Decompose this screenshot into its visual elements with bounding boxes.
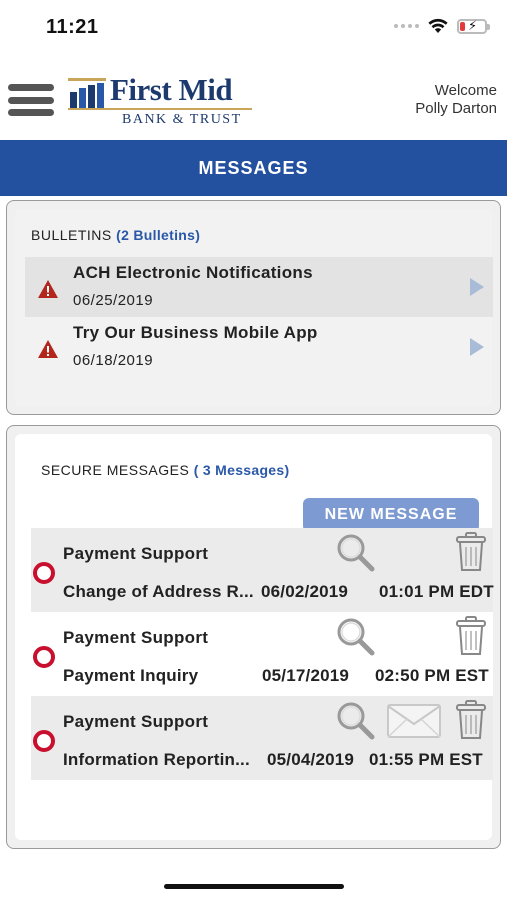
message-sender: Payment Support: [63, 628, 209, 647]
delete-message-trash-icon[interactable]: [455, 532, 487, 572]
bulletins-heading: BULLETINS (2 Bulletins): [31, 227, 200, 243]
bulletin-date: 06/18/2019: [73, 352, 154, 369]
bulletin-title: Try Our Business Mobile App: [73, 323, 318, 342]
message-time: 02:50 PM EST: [375, 666, 489, 685]
bulletins-panel: BULLETINS (2 Bulletins) ACH Electronic N…: [6, 200, 501, 415]
delete-message-trash-icon[interactable]: [455, 616, 487, 656]
home-indicator[interactable]: [164, 884, 344, 889]
bulletins-panel-inner: BULLETINS (2 Bulletins) ACH Electronic N…: [15, 209, 493, 406]
battery-icon: ⚡: [457, 17, 490, 34]
chevron-right-icon: [470, 338, 484, 356]
chevron-right-icon: [470, 278, 484, 296]
page-title: MESSAGES: [198, 157, 309, 178]
hamburger-line: [8, 96, 54, 104]
message-subject: Payment Inquiry: [63, 666, 199, 685]
cellular-signal-icon: [394, 24, 419, 28]
logo-divider: [68, 108, 252, 110]
new-message-button[interactable]: NEW MESSAGE: [303, 498, 479, 532]
status-bar: 11:21 ⚡: [0, 0, 507, 56]
user-name: Polly Darton: [415, 100, 497, 117]
bulletin-item[interactable]: ACH Electronic Notifications 06/25/2019: [25, 257, 493, 317]
wifi-icon: [428, 18, 448, 33]
status-time: 11:21: [46, 16, 99, 38]
bulletin-item[interactable]: Try Our Business Mobile App 06/18/2019: [25, 317, 493, 377]
app-header: First Mid BANK & TRUST Welcome Polly Dar…: [0, 56, 507, 140]
view-message-search-icon[interactable]: [335, 616, 375, 656]
message-row[interactable]: Payment Support Change of Address R... 0…: [31, 528, 494, 612]
unread-indicator-icon: [33, 562, 55, 584]
first-mid-logo: First Mid BANK & TRUST: [68, 72, 252, 128]
bulletin-title: ACH Electronic Notifications: [73, 263, 313, 282]
secure-messages-panel-inner: SECURE MESSAGES ( 3 Messages) NEW MESSAG…: [15, 434, 494, 840]
title-bar: MESSAGES: [0, 140, 507, 196]
bulletins-heading-label: BULLETINS: [31, 227, 112, 243]
logo-bars-icon: [68, 78, 106, 108]
welcome-label: Welcome: [434, 82, 497, 99]
bulletin-date: 06/25/2019: [73, 292, 154, 309]
logo-name: First Mid: [110, 72, 233, 107]
delete-message-trash-icon[interactable]: [455, 700, 487, 740]
menu-button[interactable]: [8, 84, 54, 116]
message-date: 05/17/2019: [262, 666, 350, 685]
view-message-search-icon[interactable]: [335, 700, 375, 740]
message-row[interactable]: Payment Support Information Reportin... …: [31, 696, 493, 780]
message-sender: Payment Support: [63, 544, 209, 563]
message-time: 01:55 PM EST: [369, 750, 483, 769]
welcome-text: Welcome Polly Darton: [415, 82, 497, 118]
secure-messages-panel: SECURE MESSAGES ( 3 Messages) NEW MESSAG…: [6, 425, 501, 849]
secure-messages-heading-label: SECURE MESSAGES: [41, 462, 190, 478]
warning-icon: [38, 340, 58, 358]
message-date: 06/02/2019: [261, 582, 349, 601]
hamburger-line: [8, 84, 54, 91]
secure-messages-count: ( 3 Messages): [193, 462, 290, 478]
bulletins-count: (2 Bulletins): [116, 227, 201, 243]
hamburger-line: [8, 109, 54, 116]
unread-indicator-icon: [33, 646, 55, 668]
secure-messages-heading: SECURE MESSAGES ( 3 Messages): [41, 462, 289, 478]
envelope-icon: [387, 704, 441, 738]
message-time: 01:01 PM EDT: [379, 582, 494, 601]
message-date: 05/04/2019: [267, 750, 355, 769]
message-subject: Change of Address R...: [63, 582, 254, 601]
message-row[interactable]: Payment Support Payment Inquiry 05/17/20…: [31, 612, 493, 696]
view-message-search-icon[interactable]: [335, 532, 375, 572]
unread-indicator-icon: [33, 730, 55, 752]
message-subject: Information Reportin...: [63, 750, 250, 769]
charging-bolt-icon: ⚡: [468, 17, 478, 33]
logo-subtitle: BANK & TRUST: [122, 112, 242, 127]
message-sender: Payment Support: [63, 712, 209, 731]
status-icons: ⚡: [394, 17, 490, 34]
warning-icon: [38, 280, 58, 298]
